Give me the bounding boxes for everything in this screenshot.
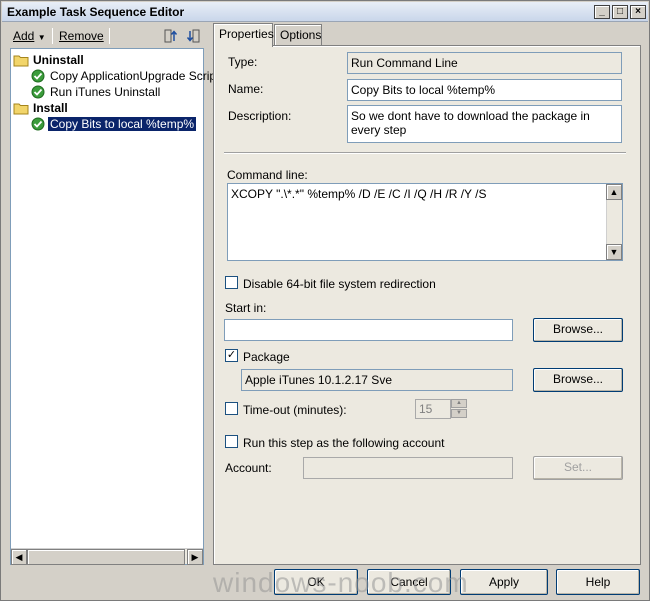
move-down-icon[interactable] xyxy=(185,28,201,44)
command-line-value: XCOPY ".\*.*" %temp% /D /E /C /I /Q /H /… xyxy=(231,187,487,201)
scroll-down-icon[interactable]: ▼ xyxy=(606,244,622,260)
tree-item-label: Run iTunes Uninstall xyxy=(50,85,161,99)
timeout-label: Time-out (minutes): xyxy=(243,403,347,417)
maximize-button[interactable]: □ xyxy=(612,5,628,19)
package-field: Apple iTunes 10.1.2.17 Sve xyxy=(241,369,513,391)
success-check-icon xyxy=(31,69,45,83)
cancel-button[interactable]: Cancel xyxy=(367,569,451,595)
start-in-browse-button[interactable]: Browse... xyxy=(533,318,623,342)
chevron-down-icon: ▼ xyxy=(37,33,46,42)
close-button[interactable]: × xyxy=(630,5,646,19)
folder-icon xyxy=(13,55,29,67)
task-sequence-tree[interactable]: Uninstall Copy ApplicationUpgrade Script… xyxy=(10,48,219,565)
disable-64bit-checkbox[interactable] xyxy=(225,276,238,289)
help-button[interactable]: Help xyxy=(556,569,640,595)
toolbar-separator xyxy=(52,28,53,44)
run-as-account-checkbox[interactable] xyxy=(225,435,238,448)
tree-horizontal-scrollbar[interactable]: ◀ ▶ xyxy=(11,548,203,565)
set-account-button[interactable]: Set... xyxy=(533,456,623,480)
account-input[interactable] xyxy=(303,457,513,479)
command-line-scrollbar[interactable]: ▲ ▼ xyxy=(606,184,622,260)
start-in-input[interactable] xyxy=(224,319,513,341)
scrollbar-thumb[interactable] xyxy=(27,549,185,565)
tree-item-label: Copy ApplicationUpgrade Script xyxy=(50,69,220,83)
scroll-right-icon[interactable]: ▶ xyxy=(187,549,203,565)
command-line-label: Command line: xyxy=(227,168,308,182)
tree-group-label: Uninstall xyxy=(33,53,84,67)
title-bar[interactable]: Example Task Sequence Editor _ □ × xyxy=(2,2,648,22)
type-field: Run Command Line xyxy=(347,52,622,74)
success-check-icon xyxy=(31,85,45,99)
name-input[interactable]: Copy Bits to local %temp% xyxy=(347,79,622,101)
tab-options[interactable]: Options xyxy=(274,24,322,46)
scroll-up-icon[interactable]: ▲ xyxy=(606,184,622,200)
section-divider xyxy=(224,152,626,154)
move-up-icon[interactable] xyxy=(163,28,179,44)
command-line-input[interactable]: XCOPY ".\*.*" %temp% /D /E /C /I /Q /H /… xyxy=(227,183,623,261)
properties-panel: Type: Run Command Line Name: Copy Bits t… xyxy=(213,45,641,565)
name-label: Name: xyxy=(228,82,264,96)
spin-down-icon[interactable]: ▼ xyxy=(451,409,467,418)
apply-button[interactable]: Apply xyxy=(460,569,548,595)
folder-icon xyxy=(13,103,29,115)
description-label: Description: xyxy=(228,109,292,123)
start-in-label: Start in: xyxy=(225,301,267,315)
add-menu-button[interactable]: Add ▼ xyxy=(13,29,46,43)
timeout-input[interactable]: 15 xyxy=(415,399,451,419)
spin-up-icon[interactable]: ▲ xyxy=(451,399,467,408)
tree-toolbar: Add ▼ Remove xyxy=(9,26,207,46)
success-check-icon xyxy=(31,117,45,131)
description-input[interactable]: So we dont have to download the package … xyxy=(347,105,622,143)
package-checkbox[interactable]: ✓ xyxy=(225,349,238,362)
remove-label: Remove xyxy=(59,29,104,43)
minimize-button[interactable]: _ xyxy=(594,5,610,19)
scroll-left-icon[interactable]: ◀ xyxy=(11,549,27,565)
remove-button[interactable]: Remove xyxy=(59,29,104,43)
package-label: Package xyxy=(243,350,290,364)
toolbar-separator xyxy=(109,28,110,44)
window-title: Example Task Sequence Editor xyxy=(7,5,185,19)
tab-properties[interactable]: Properties xyxy=(213,23,274,47)
account-label: Account: xyxy=(225,461,272,475)
tree-group-label: Install xyxy=(33,101,68,115)
disable-64bit-label: Disable 64-bit file system redirection xyxy=(243,277,436,291)
ok-button[interactable]: OK xyxy=(274,569,358,595)
run-as-account-label: Run this step as the following account xyxy=(243,436,445,450)
tree-item-label-selected: Copy Bits to local %temp% xyxy=(48,117,197,131)
timeout-checkbox[interactable] xyxy=(225,402,238,415)
task-sequence-editor-window: Example Task Sequence Editor _ □ × Add ▼… xyxy=(0,0,650,601)
add-label: Add xyxy=(13,29,35,43)
type-label: Type: xyxy=(228,55,258,69)
package-browse-button[interactable]: Browse... xyxy=(533,368,623,392)
